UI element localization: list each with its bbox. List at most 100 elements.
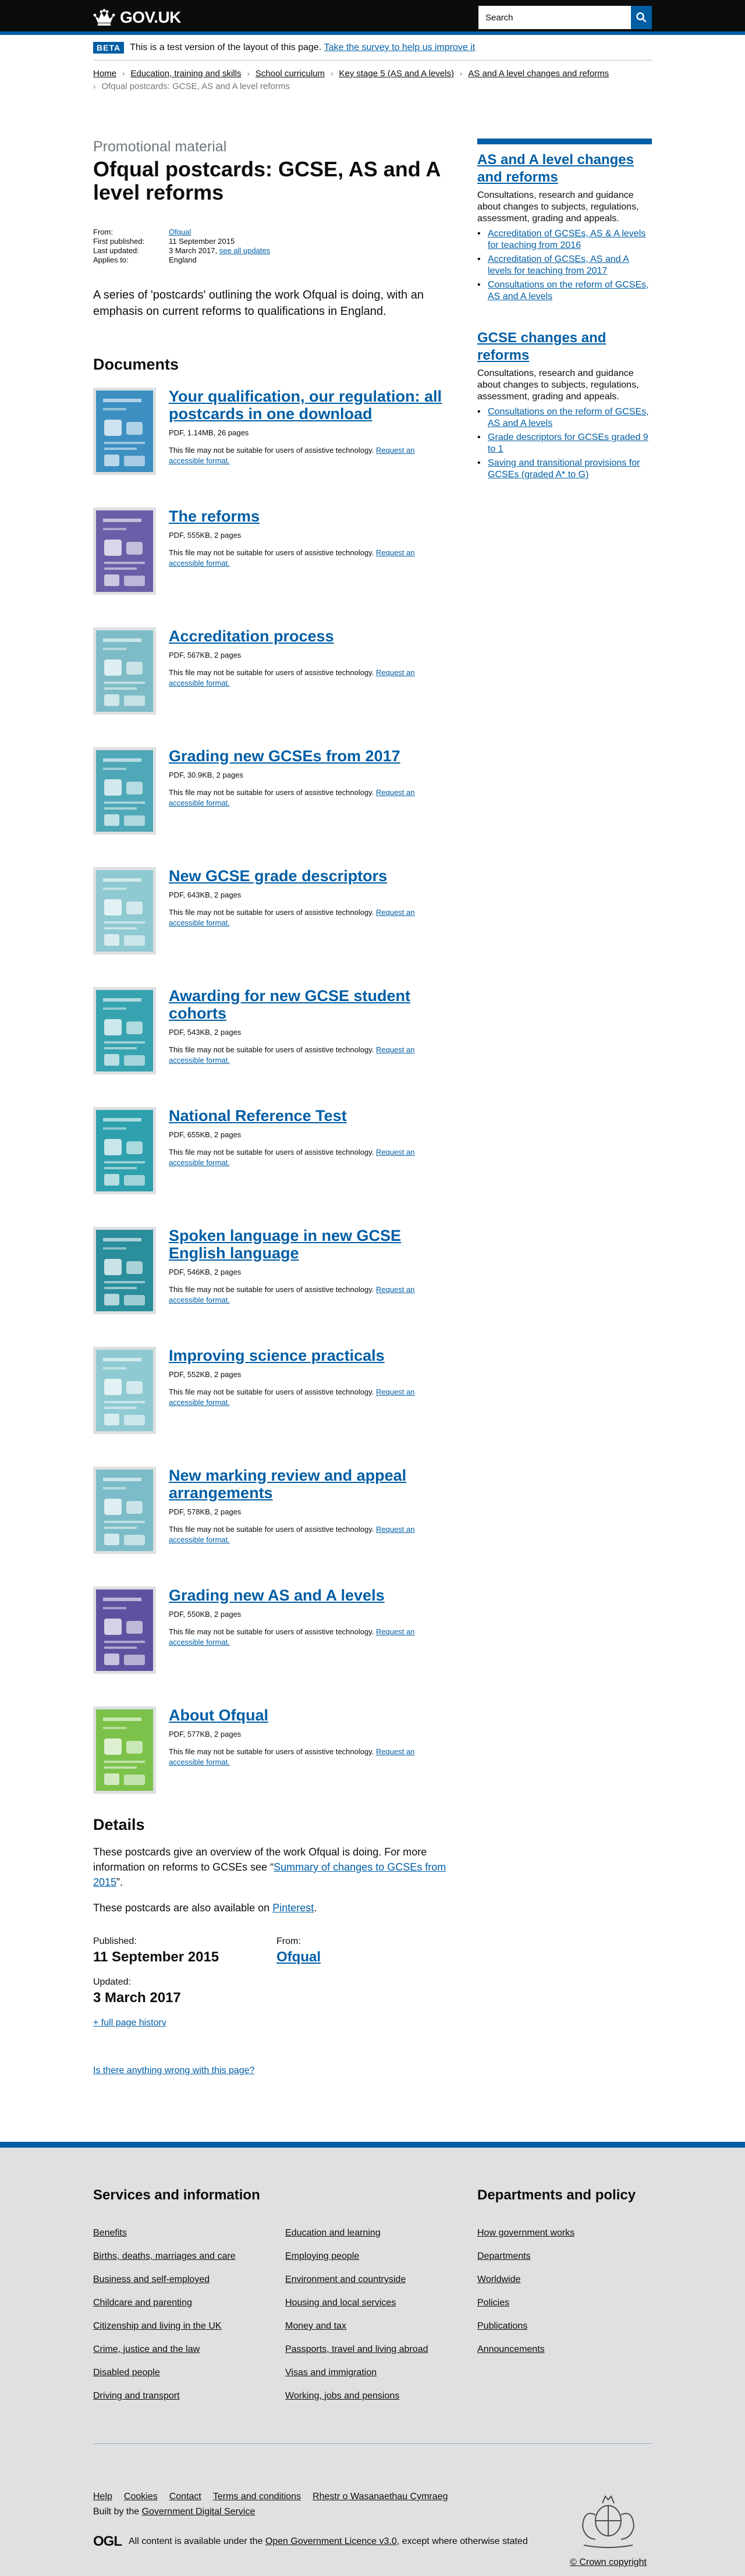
- footer-link[interactable]: Environment and countryside: [285, 2275, 406, 2284]
- from-ofqual-link[interactable]: Ofqual: [276, 1949, 460, 1965]
- footer-list-item: Disabled people: [93, 2366, 285, 2379]
- pinterest-link[interactable]: Pinterest: [272, 1902, 314, 1914]
- breadcrumb-link[interactable]: Key stage 5 (AS and A levels): [339, 68, 454, 80]
- footer-link[interactable]: Departments: [477, 2251, 531, 2261]
- document-thumbnail[interactable]: [93, 1706, 156, 1794]
- footer-meta-link[interactable]: Rhestr o Wasanaethau Cymraeg: [313, 2492, 448, 2502]
- breadcrumb-link[interactable]: AS and A level changes and reforms: [468, 68, 609, 80]
- departments-list: How government works Departments Worldwide…: [477, 2227, 652, 2366]
- full-history-link[interactable]: + full page history: [93, 2018, 166, 2028]
- footer-meta-link[interactable]: Terms and conditions: [213, 2492, 301, 2502]
- footer-meta-link[interactable]: Contact: [169, 2492, 201, 2502]
- related-topic-link[interactable]: GCSE changes and reforms: [477, 330, 606, 363]
- document-thumbnail[interactable]: [93, 508, 156, 595]
- document-thumbnail[interactable]: [93, 627, 156, 715]
- footer-link[interactable]: Passports, travel and living abroad: [285, 2344, 428, 2354]
- meta-from-link[interactable]: Ofqual: [169, 228, 191, 236]
- document-title: Improving science practicals: [169, 1347, 442, 1364]
- postcard-thumbnail-icon: [96, 1230, 153, 1311]
- document-item: Grading new GCSEs from 2017 PDF, 30.9KB, …: [93, 747, 460, 851]
- related-topic-link[interactable]: AS and A level changes and reforms: [477, 152, 634, 185]
- document-link[interactable]: New GCSE grade descriptors: [169, 867, 387, 885]
- updated-label: Updated:: [93, 1977, 131, 1987]
- footer-link[interactable]: Policies: [477, 2298, 509, 2308]
- govuk-logo-link[interactable]: GOV.UK: [93, 8, 181, 27]
- document-thumbnail[interactable]: [93, 747, 156, 835]
- updated-value: 3 March 2017: [93, 1990, 181, 2006]
- document-thumbnail[interactable]: [93, 1107, 156, 1194]
- search-button[interactable]: [631, 6, 652, 29]
- search-input[interactable]: [478, 6, 631, 29]
- breadcrumb-link[interactable]: School curriculum: [256, 68, 325, 80]
- footer-link[interactable]: How government works: [477, 2228, 574, 2238]
- related-link[interactable]: Accreditation of GCSEs, AS & A levels fo…: [488, 228, 652, 251]
- footer-link[interactable]: Education and learning: [285, 2228, 381, 2238]
- footer-meta-links: Help Cookies Contact Terms and conditions Rh…: [93, 2492, 528, 2502]
- document-link[interactable]: National Reference Test: [169, 1107, 347, 1124]
- footer-link[interactable]: Announcements: [477, 2344, 545, 2354]
- see-all-updates-link[interactable]: see all updates: [219, 246, 270, 255]
- document-link[interactable]: About Ofqual: [169, 1706, 268, 1724]
- breadcrumb-item: › Education, training and skills: [122, 68, 241, 80]
- document-link[interactable]: New marking review and appeal arrangemen…: [169, 1467, 406, 1502]
- beta-message: This is a test version of the layout of …: [130, 42, 322, 52]
- crown-copyright-link[interactable]: © Crown copyright: [570, 2557, 647, 2567]
- footer-link[interactable]: Employing people: [285, 2251, 359, 2261]
- related-link[interactable]: Consultations on the reform of GCSEs, AS…: [488, 406, 652, 430]
- documents-list: Your qualification, our regulation: all …: [93, 388, 460, 1810]
- document-link[interactable]: Your qualification, our regulation: all …: [169, 388, 442, 423]
- document-link[interactable]: Grading new GCSEs from 2017: [169, 747, 400, 765]
- footer-link[interactable]: Housing and local services: [285, 2298, 396, 2308]
- footer-meta-link[interactable]: Cookies: [124, 2492, 158, 2502]
- document-link[interactable]: The reforms: [169, 508, 260, 525]
- footer-link[interactable]: Publications: [477, 2321, 527, 2331]
- footer-link[interactable]: Money and tax: [285, 2321, 346, 2331]
- document-thumbnail[interactable]: [93, 1347, 156, 1434]
- document-meta: PDF, 567KB, 2 pages: [169, 651, 242, 659]
- footer-link[interactable]: Worldwide: [477, 2275, 520, 2284]
- related-link[interactable]: Consultations on the reform of GCSEs, AS…: [488, 279, 652, 303]
- footer-list-item: Money and tax: [285, 2320, 477, 2333]
- document-thumbnail[interactable]: [93, 1467, 156, 1554]
- document-title: New GCSE grade descriptors: [169, 867, 442, 885]
- footer-link[interactable]: Business and self-employed: [93, 2275, 210, 2284]
- footer-list-item: Housing and local services: [285, 2297, 477, 2309]
- breadcrumb-link[interactable]: Home: [93, 68, 116, 80]
- footer-link[interactable]: Citizenship and living in the UK: [93, 2321, 222, 2331]
- document-link[interactable]: Spoken language in new GCSE English lang…: [169, 1227, 401, 1262]
- footer-meta-link[interactable]: Help: [93, 2492, 112, 2502]
- document-type: Promotional material: [93, 139, 227, 155]
- document-link[interactable]: Awarding for new GCSE student cohorts: [169, 987, 410, 1022]
- report-problem-link[interactable]: Is there anything wrong with this page?: [93, 2066, 255, 2076]
- footer-link[interactable]: Benefits: [93, 2228, 127, 2238]
- footer-link[interactable]: Driving and transport: [93, 2391, 180, 2401]
- footer-link[interactable]: Working, jobs and pensions: [285, 2391, 399, 2401]
- related-link[interactable]: Accreditation of GCSEs, AS and A levels …: [488, 254, 652, 277]
- document-thumbnail[interactable]: [93, 987, 156, 1074]
- document-link[interactable]: Accreditation process: [169, 627, 334, 645]
- search-icon: [636, 12, 647, 23]
- footer-link[interactable]: Childcare and parenting: [93, 2298, 192, 2308]
- document-thumbnail[interactable]: [93, 867, 156, 955]
- document-thumbnail[interactable]: [93, 1587, 156, 1674]
- related-link[interactable]: Grade descriptors for GCSEs graded 9 to …: [488, 432, 652, 455]
- ogl-link[interactable]: Open Government Licence v3.0: [265, 2536, 397, 2546]
- document-link[interactable]: Improving science practicals: [169, 1347, 385, 1364]
- footer-link[interactable]: Disabled people: [93, 2368, 160, 2378]
- related-topic-description: Consultations, research and guidance abo…: [477, 368, 639, 402]
- services-list-2: Education and learning Employing people En…: [285, 2227, 477, 2413]
- postcard-thumbnail-icon: [96, 391, 153, 472]
- bullet-icon: •: [477, 254, 481, 264]
- footer-link[interactable]: Visas and immigration: [285, 2368, 377, 2378]
- gds-link[interactable]: Government Digital Service: [142, 2507, 256, 2517]
- footer-link[interactable]: Births, deaths, marriages and care: [93, 2251, 236, 2261]
- survey-link[interactable]: Take the survey to help us improve it: [324, 42, 476, 53]
- footer-list-item: Policies: [477, 2297, 652, 2309]
- document-thumbnail[interactable]: [93, 1227, 156, 1314]
- related-link[interactable]: Saving and transitional provisions for G…: [488, 457, 652, 481]
- details-text: ”.: [116, 1876, 123, 1888]
- document-link[interactable]: Grading new AS and A levels: [169, 1587, 385, 1604]
- document-thumbnail[interactable]: [93, 388, 156, 475]
- breadcrumb-link[interactable]: Education, training and skills: [130, 68, 241, 80]
- footer-link[interactable]: Crime, justice and the law: [93, 2344, 200, 2354]
